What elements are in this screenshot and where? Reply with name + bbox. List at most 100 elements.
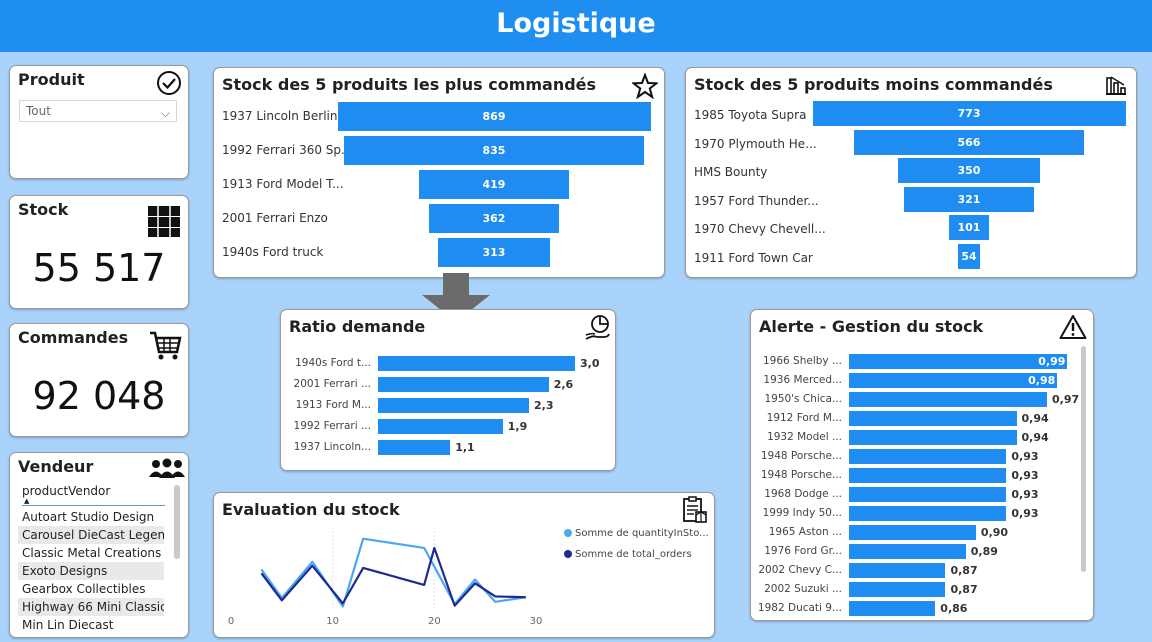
bar-value-label: 2,3 (534, 399, 554, 412)
bar-mark[interactable] (378, 377, 549, 392)
bar-chart-down-icon[interactable] (1104, 73, 1128, 101)
alerte-scrollbar[interactable] (1081, 346, 1086, 572)
funnel-category-label: 1970 Chevy Chevell... (694, 222, 826, 237)
vendeur-scrollbar[interactable] (174, 485, 180, 559)
funnel-category-label: 1992 Ferrari 360 Sp... (222, 143, 353, 157)
series-line-2[interactable] (260, 546, 526, 607)
pie-chart-hand-icon[interactable] (585, 313, 611, 347)
bar-mark[interactable] (849, 582, 946, 597)
funnel-value-label: 869 (482, 110, 506, 123)
bar-mark[interactable] (849, 354, 1068, 369)
bar-mark[interactable] (849, 411, 1017, 426)
legend-orders-dot (564, 550, 572, 558)
shopping-cart-icon (148, 330, 182, 366)
bar-mark[interactable] (378, 356, 575, 371)
vendeur-column-header[interactable]: productVendor ▲ (22, 484, 165, 506)
bar-mark[interactable] (849, 392, 1047, 407)
funnel-value-label: 835 (482, 144, 506, 157)
legend-quantity[interactable]: Somme de quantityInSto... (564, 528, 709, 539)
legend-orders[interactable]: Somme de total_orders (564, 549, 692, 560)
sort-up-icon: ▲ (24, 497, 30, 505)
bar-mark[interactable] (378, 419, 503, 434)
funnel-value-label: 101 (957, 221, 981, 235)
evaluation-card: Evaluation du stock 0 10 20 30 Somme de qua… (213, 492, 715, 638)
commandes-title: Commandes (18, 328, 129, 347)
produit-dropdown[interactable]: Tout ⌵ (19, 100, 177, 122)
vendeur-item-2[interactable]: Carousel DieCast Legends (18, 526, 164, 544)
bar-category-label: 1948 Porsche... (760, 450, 842, 462)
bar-mark[interactable] (849, 525, 976, 540)
bar-mark[interactable] (849, 563, 946, 578)
bar-category-label: 1968 Dodge ... (764, 488, 842, 500)
funnel-category-label: 1940s Ford truck (222, 245, 324, 259)
bar-value-label: 0,99 (1038, 355, 1066, 368)
warning-icon[interactable] (1059, 314, 1087, 344)
vendeur-item-3[interactable]: Classic Metal Creations (18, 544, 164, 562)
dashboard-title: Logistique (496, 8, 656, 39)
funnel-bar[interactable]: 869 (337, 102, 651, 131)
bar-value-label: 2,6 (553, 378, 574, 391)
funnel-value-label: 419 (482, 178, 506, 191)
bar-value-label: 0,93 (1011, 488, 1039, 501)
vendeur-item-6[interactable]: Highway 66 Mini Classics (18, 598, 164, 616)
bar-value-label: 3,0 (580, 357, 600, 370)
series-line-1[interactable] (260, 537, 526, 608)
evaluation-line-chart: 0 10 20 30 (228, 531, 542, 627)
boxes-icon (146, 202, 182, 242)
funnel-category-label: 1911 Ford Town Car (694, 251, 813, 265)
vendeur-item-1[interactable]: Autoart Studio Design (18, 508, 164, 526)
bottom5-title: Stock des 5 produits moins commandés (694, 75, 1053, 94)
bar-value-label: 0,87 (950, 583, 978, 596)
top5-stock-card: Stock des 5 produits les plus commandés … (213, 67, 665, 278)
funnel-bar[interactable]: 313 (437, 238, 551, 267)
funnel-category-label: 1970 Plymouth He... (694, 136, 817, 151)
bar-category-label: 2001 Ferrari ... (293, 378, 371, 390)
commandes-card: Commandes 92 048 (9, 323, 189, 437)
bar-category-label: 1992 Ferrari ... (293, 420, 371, 432)
funnel-bar[interactable]: 566 (854, 129, 1084, 155)
funnel-bar[interactable]: 362 (428, 204, 560, 233)
funnel-bar[interactable]: 835 (343, 136, 645, 165)
vendeur-item-4[interactable]: Exoto Designs (18, 562, 164, 580)
funnel-value-label: 362 (482, 212, 506, 225)
bar-mark[interactable] (849, 601, 936, 616)
bar-category-label: 1940s Ford t... (295, 357, 371, 369)
funnel-bar[interactable]: 773 (812, 101, 1126, 126)
bar-value-label: 1,1 (455, 441, 475, 454)
bar-category-label: 1999 Indy 50... (762, 507, 842, 519)
funnel-bar[interactable]: 350 (898, 158, 1040, 184)
bar-mark[interactable] (849, 506, 1007, 521)
bar-value-label: 0,93 (1011, 469, 1039, 482)
alerte-title: Alerte - Gestion du stock (759, 317, 984, 336)
vendeur-item-5[interactable]: Gearbox Collectibles (18, 580, 164, 598)
commandes-value: 92 048 (32, 374, 166, 418)
funnel-bar[interactable]: 419 (418, 170, 570, 199)
bar-mark[interactable] (849, 544, 966, 559)
bar-mark[interactable] (849, 487, 1007, 502)
bar-mark[interactable] (849, 373, 1058, 388)
funnel-bar[interactable]: 101 (948, 215, 990, 241)
funnel-value-label: 313 (482, 246, 506, 259)
bar-value-label: 0,93 (1011, 450, 1039, 463)
funnel-bar[interactable]: 54 (958, 244, 980, 269)
bar-value-label: 0,93 (1011, 507, 1039, 520)
stock-card: Stock 55 517 (9, 195, 189, 309)
vendeur-slicer-card: Vendeur productVendor ▲ Autoart Studio D… (9, 452, 189, 638)
bar-category-label: 1965 Aston ... (768, 526, 842, 538)
funnel-value-label: 350 (957, 164, 981, 178)
funnel-bar[interactable]: 321 (904, 186, 1034, 212)
stock-value: 55 517 (32, 246, 166, 290)
bar-mark[interactable] (378, 440, 451, 455)
bar-mark[interactable] (849, 449, 1007, 464)
dashboard-header: Logistique (0, 0, 1152, 52)
vendeur-column-label: productVendor (22, 484, 111, 498)
bar-mark[interactable] (849, 430, 1017, 445)
vendeur-item-7[interactable]: Min Lin Diecast (18, 616, 164, 634)
bar-category-label: 1966 Shelby ... (763, 355, 842, 367)
funnel-value-label: 773 (957, 107, 981, 120)
star-icon[interactable] (630, 72, 660, 103)
bar-mark[interactable] (378, 398, 530, 413)
bar-value-label: 0,94 (1021, 431, 1049, 444)
funnel-category-label: 1913 Ford Model T... (222, 177, 344, 191)
bar-mark[interactable] (849, 468, 1007, 483)
